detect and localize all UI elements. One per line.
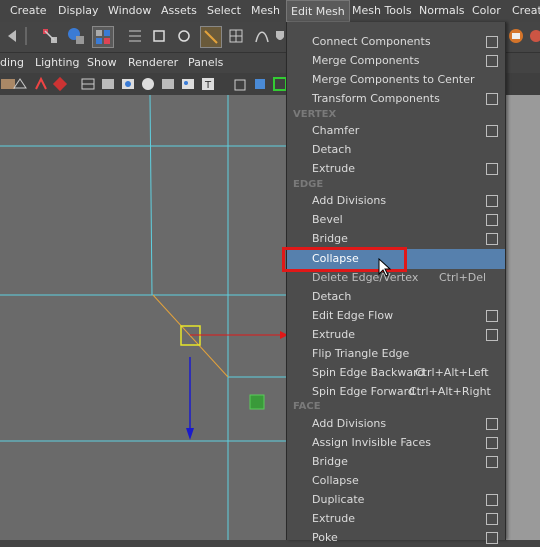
option-box[interactable] [486, 418, 498, 430]
viewport-edge [505, 95, 540, 540]
option-box[interactable] [486, 214, 498, 226]
manipulator-y-arrow[interactable] [186, 428, 194, 440]
option-box[interactable] [486, 310, 498, 322]
panel-menu-show[interactable]: Show [87, 53, 117, 73]
menu-item-edge-bridge[interactable]: Bridge [287, 229, 505, 248]
menu-item-edge-bevel[interactable]: Bevel [287, 210, 505, 229]
menu-item-face-collapse[interactable]: Collapse [287, 471, 505, 490]
lights-icon[interactable] [180, 76, 196, 92]
menu-assets[interactable]: Assets [161, 0, 197, 22]
option-box[interactable] [486, 494, 498, 506]
section-vertex: VERTEX [293, 109, 337, 120]
option-box[interactable] [486, 36, 498, 48]
option-box[interactable] [486, 437, 498, 449]
cube-shaded-icon[interactable] [252, 76, 268, 92]
divider-icon [16, 26, 36, 46]
panel-menu-panels[interactable]: Panels [188, 53, 223, 73]
menu-create[interactable]: Create [10, 0, 47, 22]
menu-select[interactable]: Select [207, 0, 241, 22]
svg-text:T: T [204, 80, 212, 91]
menu-item-edge-add-divisions[interactable]: Add Divisions [287, 191, 505, 210]
image-plane-icon[interactable] [52, 76, 68, 92]
menu-item-face-duplicate[interactable]: Duplicate [287, 490, 505, 509]
option-box[interactable] [486, 513, 498, 525]
menu-item-connect-components[interactable]: Connect Components [287, 32, 505, 51]
option-box[interactable] [486, 125, 498, 137]
menu-item-spin-edge-forward[interactable]: Spin Edge Forward Ctrl+Alt+Right [287, 382, 505, 401]
paint-select-icon[interactable] [92, 26, 114, 48]
move-tool-icon[interactable] [125, 26, 145, 46]
mesh-wireframe [0, 94, 286, 540]
menu-item-edge-detach[interactable]: Detach [287, 287, 505, 306]
menu-item-face-poke[interactable]: Poke [287, 528, 505, 547]
option-box[interactable] [486, 55, 498, 67]
grid-icon[interactable] [100, 76, 116, 92]
menu-item-merge-components[interactable]: Merge Components [287, 51, 505, 70]
panel-menu-shading[interactable]: ding [0, 53, 24, 73]
cube-wire-icon[interactable] [232, 76, 248, 92]
menu-display[interactable]: Display [58, 0, 99, 22]
mouse-cursor-icon [378, 257, 392, 278]
render-icon[interactable] [506, 26, 526, 46]
option-box[interactable] [486, 163, 498, 175]
menu-item-vertex-chamfer[interactable]: Chamfer [287, 121, 505, 140]
green-vertex-marker[interactable] [249, 394, 265, 410]
menu-item-vertex-detach[interactable]: Detach [287, 140, 505, 159]
component-mode-icon[interactable] [174, 26, 194, 46]
section-edge: EDGE [293, 179, 324, 190]
option-box[interactable] [486, 195, 498, 207]
menu-mesh-tools[interactable]: Mesh Tools [352, 0, 412, 22]
textured-icon[interactable] [160, 76, 176, 92]
object-mode-icon[interactable] [149, 26, 169, 46]
bookmark-icon[interactable] [33, 76, 49, 92]
menu-normals[interactable]: Normals [419, 0, 465, 22]
menu-item-assign-invisible-faces[interactable]: Assign Invisible Faces [287, 433, 505, 452]
menu-edit-mesh[interactable]: Edit Mesh [286, 0, 350, 22]
menu-item-edit-edge-flow[interactable]: Edit Edge Flow [287, 306, 505, 325]
section-face: FACE [293, 401, 321, 412]
menu-item-flip-triangle-edge[interactable]: Flip Triangle Edge [287, 344, 505, 363]
menu-item-face-add-divisions[interactable]: Add Divisions [287, 414, 505, 433]
menu-item-transform-components[interactable]: Transform Components [287, 89, 505, 108]
vertex-snap-icon[interactable] [226, 26, 246, 46]
menu-mesh[interactable]: Mesh [251, 0, 280, 22]
option-box[interactable] [486, 233, 498, 245]
lock-camera-icon[interactable] [12, 76, 28, 92]
menu-item-edge-extrude[interactable]: Extrude [287, 325, 505, 344]
menu-bar: Create Display Window Assets Select Mesh… [0, 0, 540, 23]
menu-item-face-bridge[interactable]: Bridge [287, 452, 505, 471]
option-box[interactable] [486, 456, 498, 468]
settings-icon[interactable] [526, 26, 540, 46]
menu-create-2[interactable]: Creat [512, 0, 540, 22]
select-tool-icon[interactable] [40, 26, 60, 46]
edge-snap-icon[interactable] [200, 26, 222, 48]
menu-item-face-extrude[interactable]: Extrude [287, 509, 505, 528]
menu-item-spin-edge-backward[interactable]: Spin Edge Backward Ctrl+Alt+Left [287, 363, 505, 382]
wireframe-icon[interactable] [80, 76, 96, 92]
edit-mesh-dropdown: Connect Components Merge Components Merg… [286, 22, 506, 544]
lasso-tool-icon[interactable] [66, 26, 86, 46]
panel-menu-renderer[interactable]: Renderer [128, 53, 178, 73]
menu-item-merge-to-center[interactable]: Merge Components to Center [287, 70, 505, 89]
panel-menu-lighting[interactable]: Lighting [35, 53, 79, 73]
menu-color[interactable]: Color [472, 0, 501, 22]
menu-window[interactable]: Window [108, 0, 151, 22]
option-box[interactable] [486, 532, 498, 544]
option-box[interactable] [486, 329, 498, 341]
option-box[interactable] [486, 93, 498, 105]
text-icon[interactable]: T [200, 76, 216, 92]
smooth-shade-icon[interactable] [120, 76, 136, 92]
menu-item-vertex-extrude[interactable]: Extrude [287, 159, 505, 178]
curve-tool-icon[interactable] [252, 26, 272, 46]
xray-icon[interactable] [140, 76, 156, 92]
